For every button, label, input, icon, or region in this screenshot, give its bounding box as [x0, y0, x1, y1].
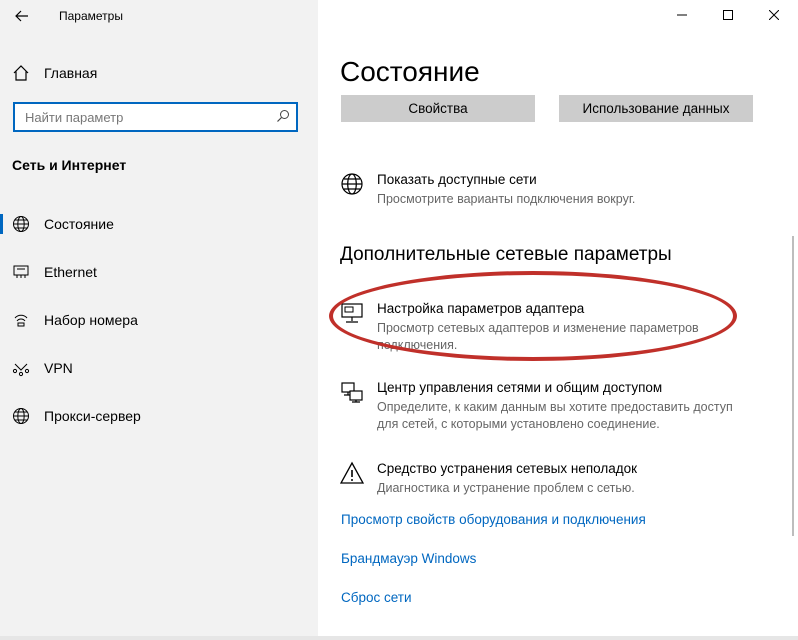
globe-icon [13, 216, 29, 232]
sidebar-item-label: Прокси-сервер [44, 408, 141, 424]
warning-icon [340, 461, 364, 484]
item-title: Средство устранения сетевых неполадок [377, 461, 638, 476]
sidebar: Параметры Главная Сеть и Интернет Состоя… [0, 0, 318, 640]
vpn-icon [12, 363, 30, 377]
back-arrow-icon [15, 10, 28, 22]
sidebar-item-label: Состояние [44, 216, 114, 232]
window-title: Параметры [59, 9, 123, 23]
properties-button[interactable]: Свойства [341, 95, 535, 122]
search-icon[interactable] [276, 109, 290, 128]
minimize-icon [677, 14, 687, 16]
globe-icon [13, 408, 29, 424]
troubleshooter-item[interactable]: Средство устранения сетевых неполадок Ди… [340, 461, 760, 501]
close-button[interactable] [751, 0, 797, 30]
item-description: Определите, к каким данным вы хотите пре… [377, 400, 733, 431]
show-networks-item[interactable]: Показать доступные сети Просмотрите вари… [340, 172, 760, 212]
maximize-button[interactable] [705, 0, 751, 30]
section-title: Сеть и Интернет [12, 157, 127, 173]
item-description: Просмотрите варианты подключения вокруг. [377, 192, 636, 206]
back-button[interactable] [8, 2, 36, 30]
globe-icon [341, 173, 363, 195]
sidebar-item-label: Ethernet [44, 264, 97, 280]
maximize-icon [723, 10, 733, 20]
item-description: Диагностика и устранение проблем с сетью… [377, 481, 635, 495]
advanced-section-title: Дополнительные сетевые параметры [340, 244, 672, 265]
search-box[interactable] [13, 102, 298, 132]
item-title: Показать доступные сети [377, 172, 537, 187]
sidebar-item-vpn[interactable]: VPN [0, 348, 318, 388]
sharing-center-item[interactable]: Центр управления сетями и общим доступом… [340, 380, 760, 432]
home-icon [13, 65, 29, 81]
page-title: Состояние [340, 56, 480, 87]
bottom-border [0, 636, 798, 640]
item-title: Настройка параметров адаптера [377, 301, 585, 316]
home-label: Главная [44, 65, 98, 81]
sidebar-item-proxy[interactable]: Прокси-сервер [0, 396, 318, 436]
ethernet-icon [13, 265, 29, 278]
hardware-properties-link[interactable]: Просмотр свойств оборудования и подключе… [341, 512, 646, 527]
scrollbar[interactable] [792, 236, 794, 536]
search-input[interactable] [25, 104, 265, 130]
close-icon [769, 10, 779, 20]
sidebar-item-label: VPN [44, 360, 73, 376]
item-description: Просмотр сетевых адаптеров и изменение п… [377, 321, 699, 352]
adapter-settings-item[interactable]: Настройка параметров адаптера Просмотр с… [340, 301, 760, 353]
dialup-icon [14, 314, 28, 327]
minimize-button[interactable] [659, 0, 705, 30]
sidebar-item-label: Набор номера [44, 312, 138, 328]
sidebar-item-ethernet[interactable]: Ethernet [0, 252, 318, 292]
home-link[interactable]: Главная [12, 60, 97, 86]
item-title: Центр управления сетями и общим доступом [377, 380, 663, 395]
sidebar-item-status[interactable]: Состояние [0, 204, 318, 244]
data-usage-button[interactable]: Использование данных [559, 95, 753, 122]
network-reset-link[interactable]: Сброс сети [341, 590, 412, 605]
sidebar-item-dialup[interactable]: Набор номера [0, 300, 318, 340]
firewall-link[interactable]: Брандмауэр Windows [341, 551, 476, 566]
network-adapter-icon [341, 303, 363, 323]
network-sharing-icon [341, 382, 363, 403]
